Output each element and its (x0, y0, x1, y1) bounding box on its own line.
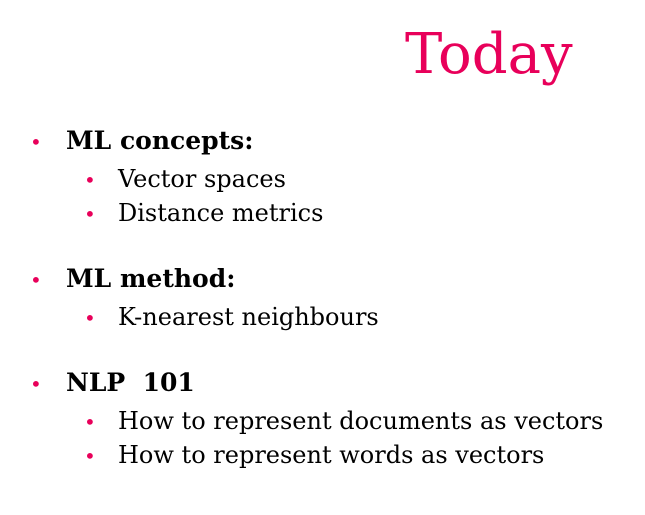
bullet-icon: • (84, 444, 96, 468)
list-item: • How to represent words as vectors (30, 438, 640, 472)
slide-title: Today (405, 22, 573, 87)
section-heading-label: NLP 101 (66, 368, 195, 397)
list-item-label: How to represent documents as vectors (118, 407, 604, 435)
section-ml-method: • ML method: • K-nearest neighbours (30, 258, 640, 334)
section-heading: • NLP 101 (30, 362, 640, 404)
bullet-icon: • (30, 130, 42, 154)
list-item-label: Vector spaces (118, 165, 286, 193)
list-item-label: Distance metrics (118, 199, 324, 227)
bullet-icon: • (84, 168, 96, 192)
bullet-icon: • (30, 268, 42, 292)
list-item: • Vector spaces (30, 162, 640, 196)
bullet-icon: • (84, 410, 96, 434)
section-heading: • ML method: (30, 258, 640, 300)
section-heading: • ML concepts: (30, 120, 640, 162)
list-item-label: K-nearest neighbours (118, 303, 379, 331)
section-nlp-101: • NLP 101 • How to represent documents a… (30, 362, 640, 472)
slide: Today • ML concepts: • Vector spaces • D… (0, 0, 645, 515)
bullet-icon: • (84, 306, 96, 330)
list-item: • K-nearest neighbours (30, 300, 640, 334)
section-heading-label: ML method: (66, 264, 236, 293)
list-item: • How to represent documents as vectors (30, 404, 640, 438)
bullet-icon: • (30, 372, 42, 396)
section-ml-concepts: • ML concepts: • Vector spaces • Distanc… (30, 120, 640, 230)
section-heading-label: ML concepts: (66, 126, 254, 155)
list-item-label: How to represent words as vectors (118, 441, 545, 469)
bullet-icon: • (84, 202, 96, 226)
bullet-list: • ML concepts: • Vector spaces • Distanc… (30, 120, 640, 472)
list-item: • Distance metrics (30, 196, 640, 230)
